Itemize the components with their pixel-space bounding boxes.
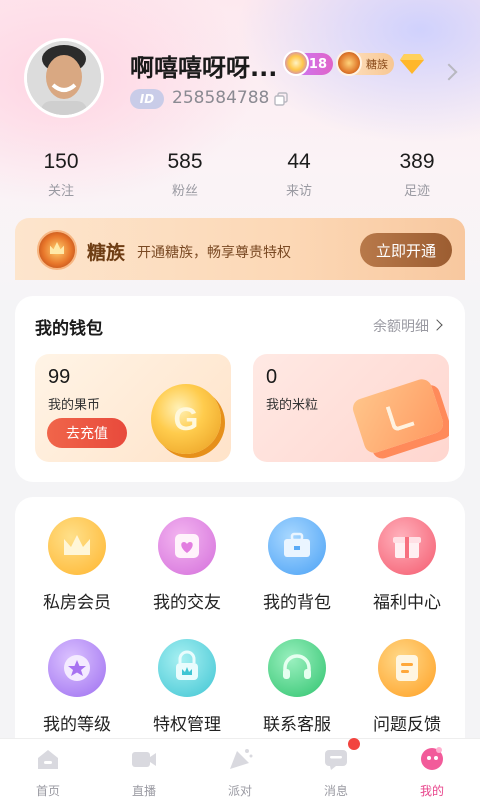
feature-private-member[interactable]: 私房会员	[27, 517, 127, 613]
stat-visitors[interactable]: 44 来访	[244, 150, 354, 199]
vip-emblem-icon	[37, 230, 77, 270]
unread-dot	[348, 738, 360, 750]
tab-label: 首页	[35, 784, 60, 798]
ticket-icon	[350, 376, 446, 456]
feature-feedback[interactable]: 问题反馈	[357, 639, 457, 735]
tab-me[interactable]: 我的	[384, 747, 480, 799]
copy-icon[interactable]	[274, 92, 288, 106]
privilege-icon	[158, 639, 216, 697]
me-icon	[421, 747, 443, 770]
balance-detail-link[interactable]: 余额明细	[373, 316, 429, 336]
stat-following[interactable]: 150 关注	[6, 150, 116, 199]
home-icon	[38, 750, 58, 769]
vip-badge-label: 糖族	[366, 58, 388, 71]
nickname: 啊嘻嘻呀呀...	[130, 54, 278, 82]
stat-value: 389	[399, 150, 435, 173]
level-star-icon	[48, 639, 106, 697]
rice-box[interactable]: 0 我的米粒	[253, 354, 449, 462]
stat-footprints[interactable]: 389 足迹	[362, 150, 472, 199]
gift-icon	[378, 517, 436, 575]
id-tag: ID	[130, 89, 164, 109]
feature-label: 特权管理	[153, 715, 221, 735]
stat-label: 关注	[47, 184, 74, 199]
profile-header[interactable]: 啊嘻嘻呀呀... 18 糖族 ID 258584788	[0, 0, 480, 130]
tab-party[interactable]: 派对	[192, 747, 288, 799]
feature-label: 问题反馈	[373, 715, 441, 735]
crown-icon	[48, 517, 106, 575]
avatar[interactable]	[24, 38, 104, 118]
stat-value: 44	[287, 150, 311, 173]
tab-live[interactable]: 直播	[96, 747, 192, 799]
feature-label: 我的背包	[263, 593, 331, 613]
stat-value: 585	[167, 150, 203, 173]
recharge-button[interactable]: 去充值	[47, 418, 127, 448]
features-card: 私房会员 我的交友 我的背包 福利中心 我的等级 特权管理 联系客服 问题反馈	[15, 497, 465, 757]
feature-my-level[interactable]: 我的等级	[27, 639, 127, 735]
tab-label: 消息	[323, 784, 348, 798]
stat-label: 足迹	[403, 184, 430, 199]
stat-fans[interactable]: 585 粉丝	[130, 150, 240, 199]
vip-crown-icon	[336, 50, 362, 76]
headset-icon	[268, 639, 326, 697]
tab-label: 派对	[227, 784, 252, 798]
wallet-card: 我的钱包 余额明细 99 我的果币 去充值 0 我的米粒	[15, 296, 465, 482]
feature-my-backpack[interactable]: 我的背包	[247, 517, 347, 613]
vip-banner[interactable]: 糖族 开通糖族，畅享尊贵特权 立即开通	[15, 218, 465, 280]
feature-label: 私房会员	[43, 593, 111, 613]
rice-label: 我的米粒	[266, 398, 319, 413]
tab-home[interactable]: 首页	[0, 747, 96, 799]
stats-row: 150 关注 585 粉丝 44 来访 389 足迹	[0, 150, 480, 202]
feature-label: 联系客服	[263, 715, 331, 735]
vip-badge[interactable]: 糖族	[336, 50, 394, 76]
chevron-right-icon[interactable]	[440, 63, 458, 81]
fruit-coin-amount: 99	[48, 366, 71, 388]
backpack-icon	[268, 517, 326, 575]
heart-card-icon	[158, 517, 216, 575]
feature-my-friends[interactable]: 我的交友	[137, 517, 237, 613]
activate-vip-button[interactable]: 立即开通	[360, 233, 452, 267]
level-crown-icon	[283, 50, 309, 76]
message-icon	[325, 750, 347, 770]
diamond-icon[interactable]	[400, 54, 424, 74]
level-badge[interactable]: 18	[283, 50, 333, 76]
feature-label: 我的等级	[43, 715, 111, 735]
vip-description: 开通糖族，畅享尊贵特权	[137, 245, 291, 261]
tab-label: 我的	[419, 784, 444, 798]
feature-welfare-center[interactable]: 福利中心	[357, 517, 457, 613]
coin-icon	[151, 384, 221, 454]
wallet-title: 我的钱包	[35, 319, 103, 339]
feature-label: 我的交友	[153, 593, 221, 613]
chevron-right-icon[interactable]	[431, 319, 443, 331]
user-id: 258584788	[172, 88, 270, 108]
feature-contact-service[interactable]: 联系客服	[247, 639, 347, 735]
feedback-icon	[378, 639, 436, 697]
tab-messages[interactable]: 消息	[288, 747, 384, 799]
video-icon	[132, 752, 156, 767]
stat-value: 150	[43, 150, 79, 173]
bottom-tab-bar: 首页 直播 派对 消息 我的	[0, 738, 480, 800]
tab-label: 直播	[131, 784, 156, 798]
fruit-coin-label: 我的果币	[48, 398, 101, 413]
vip-name: 糖族	[87, 242, 126, 264]
level-number: 18	[308, 56, 327, 72]
rice-amount: 0	[266, 366, 278, 388]
feature-label: 福利中心	[373, 593, 441, 613]
fruit-coin-box[interactable]: 99 我的果币 去充值	[35, 354, 231, 462]
party-icon	[230, 749, 253, 769]
stat-label: 粉丝	[171, 184, 198, 199]
stat-label: 来访	[285, 184, 312, 199]
feature-privilege-management[interactable]: 特权管理	[137, 639, 237, 735]
